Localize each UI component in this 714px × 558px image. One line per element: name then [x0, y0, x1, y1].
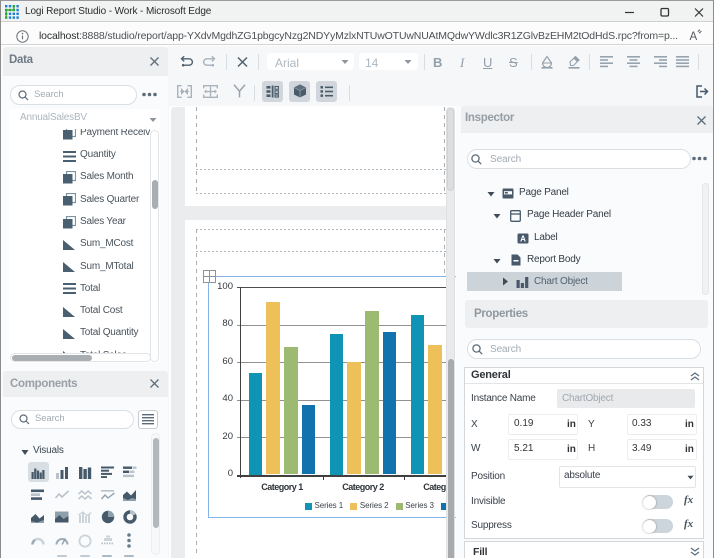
svg-text:A: A — [520, 234, 526, 243]
svg-text:A: A — [690, 31, 698, 42]
